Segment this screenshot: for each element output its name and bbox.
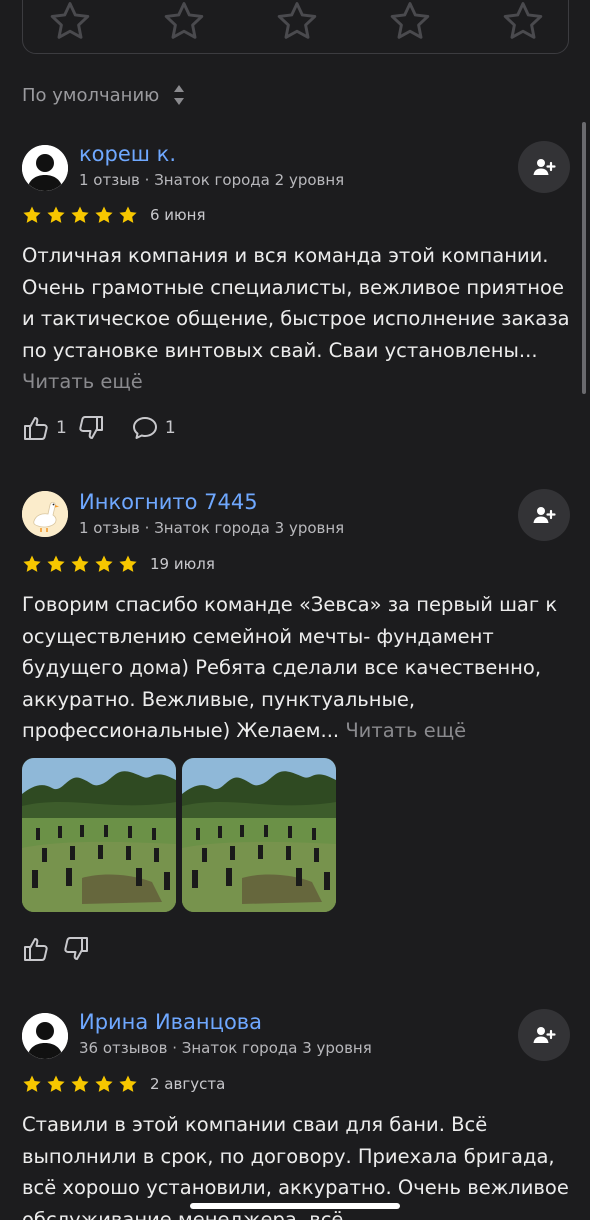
scrollbar[interactable] [582,122,586,394]
goose-avatar-icon [22,491,68,537]
star-outline-icon[interactable] [275,0,319,43]
author-name[interactable]: кореш к. [79,142,176,166]
like-count: 1 [56,418,67,438]
avatar[interactable] [22,491,68,537]
star-outline-icon[interactable] [48,0,92,43]
star-icon [70,205,90,225]
star-icon [94,554,114,574]
default-avatar-icon [22,145,68,191]
subscribe-button[interactable] [518,489,570,541]
author-meta: 36 отзывов · Знаток города 3 уровня [79,1039,372,1057]
review-photo[interactable] [182,758,336,912]
author-name[interactable]: Инкогнито 7445 [79,490,258,514]
comment-icon[interactable] [131,414,159,442]
star-outline-icon[interactable] [388,0,432,43]
star-icon [118,205,138,225]
author-name[interactable]: Ирина Иванцова [79,1010,262,1034]
add-user-icon [532,155,556,179]
avatar[interactable] [22,1013,68,1059]
star-icon [70,1074,90,1094]
avatar[interactable] [22,145,68,191]
author-meta: 1 отзыв · Знаток города 3 уровня [79,519,345,537]
author-meta: 1 отзыв · Знаток города 2 уровня [79,171,345,189]
star-icon [46,205,66,225]
like-icon[interactable] [22,414,50,442]
like-icon[interactable] [22,935,50,963]
home-indicator[interactable] [190,1203,400,1209]
review-date: 19 июля [150,555,215,573]
star-icon [46,1074,66,1094]
photo-image [182,758,336,912]
review-photos [22,758,336,912]
rate-stars-box[interactable] [22,0,569,54]
photo-image [22,758,176,912]
review-date: 2 августа [150,1075,226,1093]
star-icon [94,1074,114,1094]
sort-selector[interactable]: По умолчанию [22,83,185,107]
star-icon [118,1074,138,1094]
review-photo[interactable] [22,758,176,912]
star-icon [22,205,42,225]
reviews-screen: По умолчанию кореш к. 1 отзыв · Знаток г… [0,0,590,1220]
review-body: Отличная компания и вся команда этой ком… [22,244,570,362]
read-more-link[interactable]: Читать ещё [22,370,143,393]
sort-arrows-icon [174,85,185,105]
review-actions [22,935,90,963]
star-icon [118,554,138,574]
star-outline-icon[interactable] [162,0,206,43]
review-actions: 1 1 [22,414,186,442]
star-icon [70,554,90,574]
read-more-link[interactable]: Читать ещё [345,719,466,742]
add-user-icon [532,503,556,527]
star-icon [46,554,66,574]
add-user-icon [532,1023,556,1047]
sort-label: По умолчанию [22,84,160,106]
subscribe-button[interactable] [518,141,570,193]
rating-stars: 6 июня [22,205,206,225]
star-icon [22,1074,42,1094]
default-avatar-icon [22,1013,68,1059]
dislike-icon[interactable] [77,414,105,442]
comment-count: 1 [164,418,176,438]
star-icon [94,205,114,225]
star-outline-icon[interactable] [501,0,545,43]
subscribe-button[interactable] [518,1009,570,1061]
rating-stars: 2 августа [22,1074,225,1094]
rating-stars: 19 июля [22,554,215,574]
review-date: 6 июня [150,206,206,224]
review-text: Отличная компания и вся команда этой ком… [22,240,570,398]
star-icon [22,554,42,574]
review-body: Говорим спасибо команде «Зевса» за первы… [22,593,558,742]
review-text: Говорим спасибо команде «Зевса» за первы… [22,589,570,747]
dislike-icon[interactable] [62,935,90,963]
